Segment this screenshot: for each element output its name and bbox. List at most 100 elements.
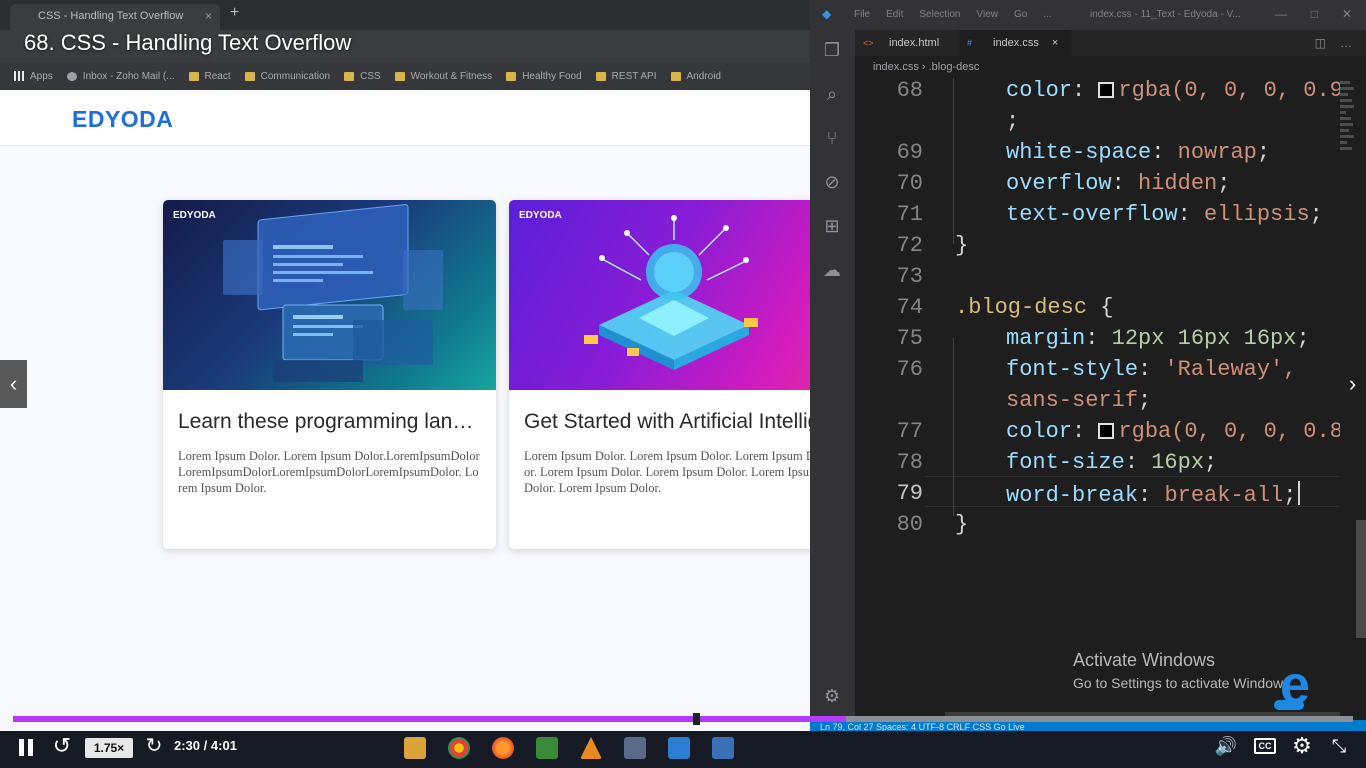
minimize-icon[interactable]: — bbox=[1275, 7, 1287, 21]
window-title: index.css - 11_Text - Edyoda - V... bbox=[1090, 9, 1241, 20]
time-display: 2:30 / 4:01 bbox=[174, 731, 237, 761]
next-slide-icon[interactable]: › bbox=[1339, 360, 1366, 408]
breadcrumb[interactable]: index.css › .blog-desc bbox=[855, 56, 1366, 78]
browser-tab-title: CSS - Handling Text Overflow bbox=[38, 10, 184, 22]
close-window-icon[interactable]: ✕ bbox=[1342, 7, 1352, 21]
channel-logo-icon: e bbox=[1274, 655, 1332, 716]
browser-tab-strip: CSS - Handling Text Overflow × + bbox=[0, 0, 810, 30]
color-swatch[interactable] bbox=[1098, 82, 1115, 98]
code-line: color: rgba(0, 0, 0, 0.8 bbox=[1006, 419, 1340, 444]
code-line: font-size: 16px; bbox=[1006, 450, 1218, 475]
html-file-icon: <> bbox=[863, 38, 874, 48]
pause-icon[interactable] bbox=[19, 739, 35, 756]
vlc-icon bbox=[580, 737, 602, 759]
menu-go[interactable]: Go bbox=[1014, 9, 1027, 20]
progress-scrubber[interactable] bbox=[693, 713, 701, 725]
color-swatch[interactable] bbox=[1098, 423, 1115, 439]
card-brand: EDYODA bbox=[173, 210, 216, 221]
rewind-icon[interactable]: ↺ bbox=[50, 731, 74, 768]
split-editor-icon[interactable]: ◫ bbox=[1315, 36, 1326, 50]
bookmark-android[interactable]: Android bbox=[670, 71, 721, 82]
settings-icon[interactable]: ⚙ bbox=[1290, 731, 1314, 768]
folder-icon bbox=[670, 71, 681, 81]
forward-icon[interactable]: ↻ bbox=[143, 731, 165, 768]
card-title[interactable]: Learn these programming languages bbox=[178, 410, 480, 434]
folder-icon bbox=[188, 71, 199, 81]
code-area[interactable]: 68 69 70 71 72 73 74 75 76 77 78 79 80 c… bbox=[855, 78, 1340, 718]
progress-played bbox=[13, 716, 847, 722]
source-control-icon[interactable]: ⑂ bbox=[820, 126, 844, 150]
bookmark-apps[interactable]: Apps bbox=[14, 71, 53, 82]
code-line: sans-serif; bbox=[1006, 388, 1152, 413]
blog-card[interactable]: EDYODA bbox=[163, 200, 496, 549]
line-number: 71 bbox=[896, 202, 923, 227]
line-number: 77 bbox=[896, 419, 923, 444]
blog-card[interactable]: EDYODA bbox=[509, 200, 810, 549]
screens-illustration bbox=[223, 204, 443, 382]
card-title[interactable]: Get Started with Artificial Intelligence bbox=[524, 410, 810, 434]
extensions-icon[interactable]: ⊞ bbox=[820, 214, 844, 238]
playback-speed-button[interactable]: 1.75× bbox=[85, 738, 133, 758]
code-line: } bbox=[955, 233, 969, 258]
captions-icon[interactable]: CC bbox=[1254, 738, 1276, 754]
browser-tab[interactable]: CSS - Handling Text Overflow × bbox=[10, 4, 220, 30]
site-logo[interactable]: EDYODA bbox=[72, 106, 173, 133]
bookmark-rest-api[interactable]: REST API bbox=[595, 71, 657, 82]
search-icon[interactable]: ⌕ bbox=[820, 82, 844, 106]
code-line: overflow: hidden; bbox=[1006, 171, 1231, 196]
bookmark-communication[interactable]: Communication bbox=[244, 71, 330, 82]
menu-edit[interactable]: Edit bbox=[886, 9, 903, 20]
apps-icon bbox=[14, 71, 24, 81]
more-actions-icon[interactable]: … bbox=[1340, 36, 1352, 50]
tab-index-html[interactable]: <> index.html bbox=[855, 30, 955, 56]
text-cursor bbox=[1298, 481, 1301, 505]
maximize-icon[interactable]: □ bbox=[1311, 7, 1318, 21]
site-header: EDYODA bbox=[0, 92, 810, 146]
player-controls: ↺ 1.75× ↻ 2:30 / 4:01 🔊 CC ⚙ ⤡ bbox=[0, 731, 1366, 768]
file-explorer-icon bbox=[404, 737, 426, 759]
code-line: .blog-desc { bbox=[955, 295, 1114, 320]
vertical-scrollbar[interactable] bbox=[1356, 520, 1366, 638]
code-line-current: word-break: break-all; bbox=[1006, 481, 1301, 508]
tab-index-css[interactable]: # index.css × bbox=[959, 30, 1071, 56]
previous-slide-icon[interactable]: ‹ bbox=[0, 360, 27, 408]
card-image: EDYODA bbox=[163, 200, 496, 390]
new-tab-icon[interactable]: + bbox=[230, 4, 239, 22]
debug-icon[interactable]: ⊘ bbox=[820, 170, 844, 194]
code-line: color: rgba(0, 0, 0, 0.9 bbox=[1006, 78, 1340, 103]
menu-selection[interactable]: Selection bbox=[919, 9, 960, 20]
menu-view[interactable]: View bbox=[977, 9, 999, 20]
card-description: Lorem Ipsum Dolor. Lorem Ipsum Dolor.Lor… bbox=[178, 449, 480, 495]
volume-icon[interactable]: 🔊 bbox=[1214, 731, 1238, 768]
close-tab-icon[interactable]: × bbox=[205, 9, 212, 23]
explorer-icon[interactable]: ❐ bbox=[820, 38, 844, 62]
tab-actions: ◫ … bbox=[1315, 36, 1352, 50]
video-progress-bar[interactable] bbox=[13, 713, 1353, 725]
bookmark-zoho[interactable]: Inbox - Zoho Mail (... bbox=[66, 71, 175, 82]
bookmark-react[interactable]: React bbox=[188, 71, 231, 82]
menu-file[interactable]: File bbox=[854, 9, 870, 20]
menu-more[interactable]: ... bbox=[1043, 9, 1051, 20]
vscode-taskbar-icon bbox=[668, 737, 690, 759]
window-controls: — □ ✕ bbox=[1275, 7, 1352, 21]
spreadsheet-icon bbox=[536, 737, 558, 759]
terminal-icon bbox=[624, 737, 646, 759]
zoho-icon bbox=[66, 71, 77, 81]
close-tab-icon[interactable]: × bbox=[1052, 37, 1058, 49]
settings-gear-icon[interactable]: ⚙ bbox=[820, 684, 844, 708]
card-description: Lorem Ipsum Dolor. Lorem Ipsum Dolor. Lo… bbox=[524, 449, 810, 495]
editor-titlebar: ◆ File Edit Selection View Go ... index.… bbox=[810, 0, 1366, 30]
line-number: 78 bbox=[896, 450, 923, 475]
bookmark-workout[interactable]: Workout & Fitness bbox=[394, 71, 492, 82]
line-number: 80 bbox=[896, 512, 923, 537]
bookmark-css[interactable]: CSS bbox=[344, 71, 381, 82]
code-line: ; bbox=[1006, 109, 1020, 134]
line-number: 69 bbox=[896, 140, 923, 165]
exit-fullscreen-icon[interactable]: ⤡ bbox=[1326, 731, 1352, 768]
code-line: white-space: nowrap; bbox=[1006, 140, 1271, 165]
app-taskbar-icon bbox=[712, 737, 734, 759]
card-image: EDYODA bbox=[509, 200, 810, 390]
bookmark-healthy-food[interactable]: Healthy Food bbox=[506, 71, 582, 82]
docker-icon[interactable]: ☁ bbox=[820, 258, 844, 282]
line-number: 70 bbox=[896, 171, 923, 196]
